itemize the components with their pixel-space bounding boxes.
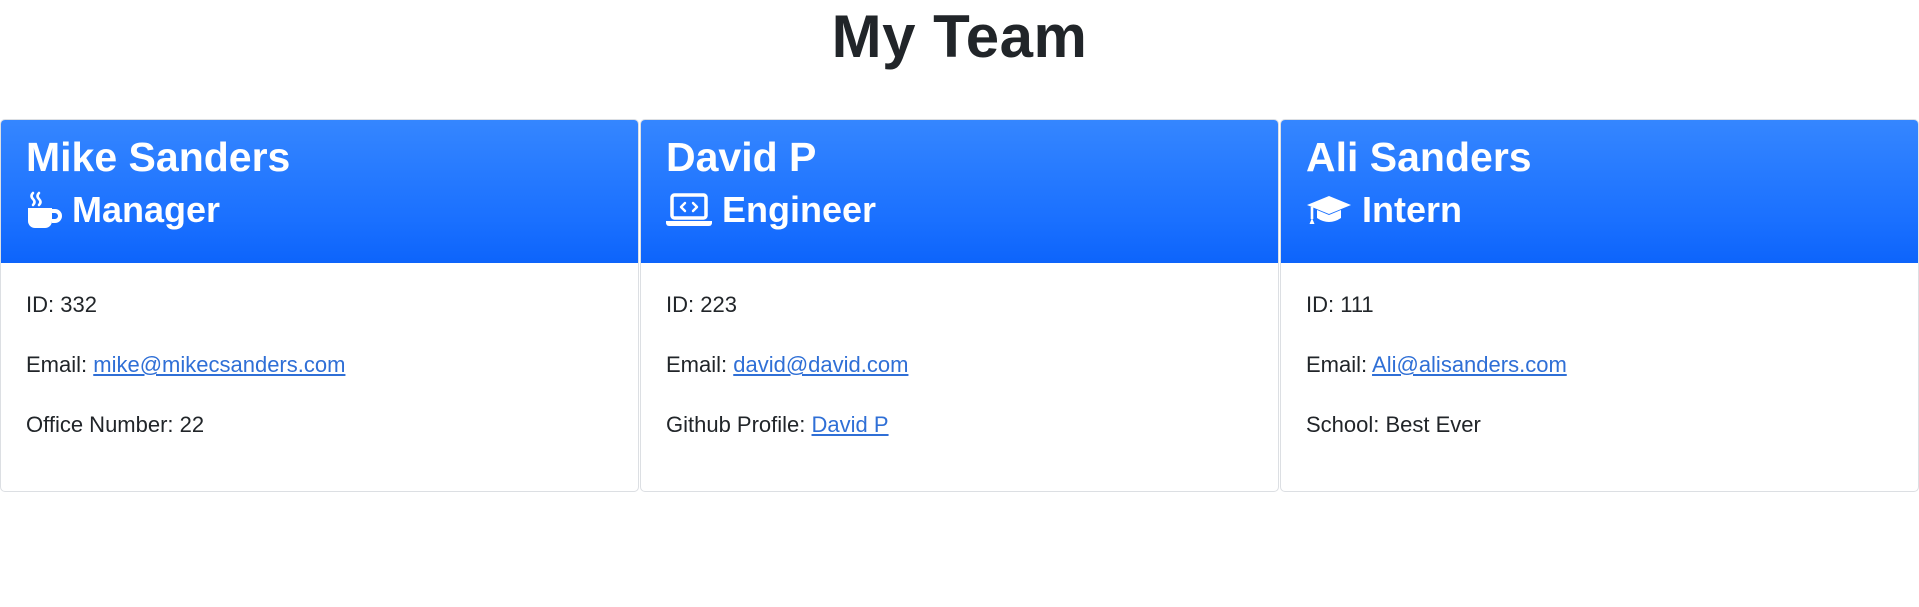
card-body: ID: 111 Email: Ali@alisanders.com School…: [1281, 263, 1918, 439]
email-label: Email:: [666, 352, 734, 377]
employee-email-line: Email: Ali@alisanders.com: [1306, 351, 1918, 379]
employee-id: ID: 111: [1306, 292, 1374, 317]
graduation-cap-icon: [1306, 193, 1352, 227]
employee-email-line: Email: mike@mikecsanders.com: [26, 351, 638, 379]
employee-card-engineer: David P Engineer ID: 223 Email: david@da…: [640, 119, 1279, 492]
employee-name: Ali Sanders: [1306, 134, 1532, 180]
email-link[interactable]: Ali@alisanders.com: [1372, 352, 1567, 377]
github-profile-line: Github Profile: David P: [666, 411, 1278, 439]
role-label: Manager: [72, 189, 221, 230]
page-title: My Team: [831, 3, 1088, 70]
employee-role: Engineer: [666, 188, 1278, 232]
github-link[interactable]: David P: [812, 412, 889, 437]
school: School: Best Ever: [1306, 412, 1481, 437]
role-label: Engineer: [722, 189, 877, 230]
laptop-code-icon: [666, 193, 712, 227]
employee-name: David P: [666, 134, 817, 180]
email-link[interactable]: mike@mikecsanders.com: [93, 352, 345, 377]
employee-id: ID: 223: [666, 292, 737, 317]
employee-email-line: Email: david@david.com: [666, 351, 1278, 379]
office-number: Office Number: 22: [26, 412, 205, 437]
role-label: Intern: [1362, 189, 1463, 230]
email-label: Email:: [26, 352, 94, 377]
email-label: Email:: [1306, 352, 1373, 377]
card-header: Mike Sanders Manager: [1, 120, 638, 263]
coffee-mug-icon: [26, 191, 62, 229]
team-cards: Mike Sanders Manager ID: 332 Email: mike…: [0, 119, 1919, 492]
employee-card-manager: Mike Sanders Manager ID: 332 Email: mike…: [0, 119, 639, 492]
employee-card-intern: Ali Sanders Intern ID: 111 Email: Ali@al…: [1280, 119, 1919, 492]
employee-role: Manager: [26, 188, 638, 232]
employee-role: Intern: [1306, 188, 1918, 232]
employee-name: Mike Sanders: [26, 134, 291, 180]
github-label: Github Profile:: [666, 412, 812, 437]
email-link[interactable]: david@david.com: [733, 352, 908, 377]
card-header: David P Engineer: [641, 120, 1278, 263]
employee-id: ID: 332: [26, 292, 97, 317]
card-header: Ali Sanders Intern: [1281, 120, 1918, 263]
card-body: ID: 332 Email: mike@mikecsanders.com Off…: [1, 263, 638, 439]
card-body: ID: 223 Email: david@david.com Github Pr…: [641, 263, 1278, 439]
